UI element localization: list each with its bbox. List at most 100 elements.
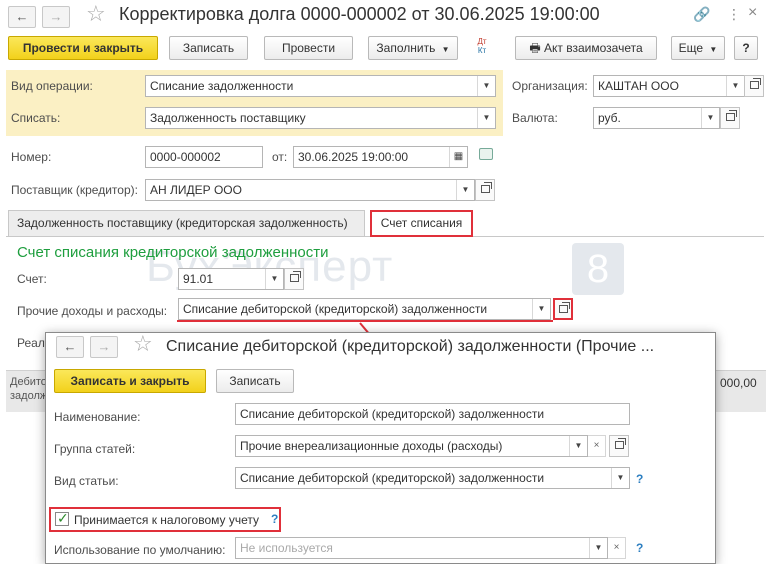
dialog-forward-button[interactable]: → bbox=[90, 336, 118, 358]
comment-icon[interactable] bbox=[479, 148, 493, 160]
operation-select[interactable]: Списание задолженности ▼ bbox=[145, 75, 496, 97]
chevron-down-icon[interactable]: ▼ bbox=[701, 108, 719, 128]
more-button[interactable]: Еще ▼ bbox=[671, 36, 725, 60]
chevron-down-icon[interactable]: ▼ bbox=[611, 468, 629, 488]
printer-icon: 🖶 bbox=[529, 41, 541, 55]
dialog-type-value: Списание дебиторской (кредиторской) задо… bbox=[240, 471, 545, 485]
tab-writeoff-account-label: Счет списания bbox=[380, 216, 463, 230]
chevron-down-icon[interactable]: ▼ bbox=[456, 180, 474, 200]
tax-checkbox[interactable]: ✓ bbox=[55, 510, 69, 526]
other-income-label: Прочие доходы и расходы: bbox=[17, 304, 168, 318]
dialog-back-button[interactable]: ← bbox=[56, 336, 84, 358]
dialog-default-field[interactable]: Не используется ▼ bbox=[235, 537, 608, 559]
writeoff-label: Списать: bbox=[11, 111, 61, 125]
chevron-down-icon[interactable]: ▼ bbox=[569, 436, 587, 456]
act-button[interactable]: 🖶 Акт взаимозачета bbox=[515, 36, 657, 60]
currency-label: Валюта: bbox=[512, 111, 558, 125]
link-icon[interactable]: 🔗 bbox=[693, 6, 710, 23]
operation-value: Списание задолженности bbox=[150, 79, 294, 93]
section-title: Счет списания кредиторской задолженности bbox=[17, 244, 329, 261]
favorite-star-icon[interactable]: ☆ bbox=[86, 1, 106, 27]
date-field[interactable]: 30.06.2025 19:00:00 ▦ bbox=[293, 146, 468, 168]
chevron-down-icon[interactable]: ▼ bbox=[477, 108, 495, 128]
close-icon[interactable]: × bbox=[748, 4, 757, 22]
open-icon bbox=[749, 78, 761, 90]
dialog-save-close-button[interactable]: Записать и закрыть bbox=[54, 369, 206, 393]
post-button[interactable]: Провести bbox=[264, 36, 353, 60]
debt-table-header-1: Дебито bbox=[10, 376, 47, 388]
supplier-open-button[interactable] bbox=[475, 179, 495, 201]
watermark-digit: 8 bbox=[586, 247, 610, 291]
other-income-open-button[interactable] bbox=[553, 298, 573, 320]
tab-creditor-debt-label: Задолженность поставщику (кредиторская з… bbox=[17, 216, 348, 230]
dialog-type-field[interactable]: Списание дебиторской (кредиторской) задо… bbox=[235, 467, 630, 489]
number-field[interactable]: 0000-000002 bbox=[145, 146, 263, 168]
save-button[interactable]: Записать bbox=[169, 36, 248, 60]
open-icon bbox=[725, 110, 737, 122]
calendar-icon[interactable]: ▦ bbox=[449, 147, 467, 167]
dialog-group-value: Прочие внереализационные доходы (расходы… bbox=[240, 439, 503, 453]
number-label: Номер: bbox=[11, 150, 52, 164]
dialog-default-label: Использование по умолчанию: bbox=[54, 543, 226, 557]
back-button[interactable]: ← bbox=[8, 6, 36, 28]
more-vertical-icon[interactable]: ⋮ bbox=[727, 6, 741, 23]
fill-button-label: Заполнить bbox=[376, 41, 436, 55]
dialog-default-help-icon[interactable]: ? bbox=[636, 541, 643, 555]
dialog-group-field[interactable]: Прочие внереализационные доходы (расходы… bbox=[235, 435, 588, 457]
open-icon bbox=[289, 271, 301, 283]
account-label: Счет: bbox=[17, 272, 47, 286]
dialog-group-clear-button[interactable]: × bbox=[588, 435, 606, 457]
chevron-down-icon[interactable]: ▼ bbox=[477, 76, 495, 96]
dialog-save-button[interactable]: Записать bbox=[216, 369, 294, 393]
currency-value: руб. bbox=[598, 111, 621, 125]
chevron-down-icon[interactable]: ▼ bbox=[265, 269, 283, 289]
other-income-field[interactable]: Списание дебиторской (кредиторской) задо… bbox=[178, 298, 551, 320]
date-value: 30.06.2025 19:00:00 bbox=[298, 150, 409, 164]
tax-help-icon[interactable]: ? bbox=[271, 512, 278, 526]
dialog-group-open-button[interactable] bbox=[609, 435, 629, 457]
open-icon bbox=[558, 302, 570, 314]
chevron-down-icon: ▼ bbox=[441, 45, 450, 54]
writeoff-select[interactable]: Задолженность поставщику ▼ bbox=[145, 107, 496, 129]
dialog-favorite-star-icon[interactable]: ☆ bbox=[133, 331, 153, 357]
dialog-default-clear-button[interactable]: × bbox=[608, 537, 626, 559]
currency-field[interactable]: руб. ▼ bbox=[593, 107, 720, 129]
open-icon bbox=[614, 438, 626, 450]
more-button-label: Еще bbox=[678, 41, 704, 55]
help-button[interactable]: ? bbox=[734, 36, 758, 60]
chevron-down-icon[interactable]: ▼ bbox=[532, 299, 550, 319]
org-value: КАШТАН ООО bbox=[598, 79, 679, 93]
post-and-close-button[interactable]: Провести и закрыть bbox=[8, 36, 158, 60]
debt-table-header-2: задолж bbox=[10, 390, 48, 402]
realization-label-partial: Реал bbox=[17, 336, 45, 350]
open-icon bbox=[480, 182, 492, 194]
supplier-field[interactable]: АН ЛИДЕР ООО ▼ bbox=[145, 179, 475, 201]
chevron-down-icon[interactable]: ▼ bbox=[589, 538, 607, 558]
dt-label: Дт bbox=[477, 37, 487, 46]
operation-label: Вид операции: bbox=[11, 79, 93, 93]
from-label: от: bbox=[272, 150, 288, 164]
fill-button[interactable]: Заполнить ▼ bbox=[368, 36, 458, 60]
org-open-button[interactable] bbox=[744, 75, 764, 97]
org-label: Организация: bbox=[512, 79, 588, 93]
tax-label[interactable]: Принимается к налоговому учету bbox=[74, 513, 259, 527]
dialog-group-label: Группа статей: bbox=[54, 442, 136, 456]
dt-kt-button[interactable]: Дт Кт bbox=[470, 37, 494, 59]
tab-writeoff-account[interactable]: Счет списания bbox=[370, 210, 473, 237]
dialog-name-field[interactable]: Списание дебиторской (кредиторской) задо… bbox=[235, 403, 630, 425]
account-field[interactable]: 91.01 ▼ bbox=[178, 268, 284, 290]
supplier-value: АН ЛИДЕР ООО bbox=[150, 183, 242, 197]
kt-label: Кт bbox=[477, 46, 487, 55]
account-open-button[interactable] bbox=[284, 268, 304, 290]
tab-creditor-debt[interactable]: Задолженность поставщику (кредиторская з… bbox=[8, 210, 365, 236]
dialog-type-label: Вид статьи: bbox=[54, 474, 119, 488]
forward-button[interactable]: → bbox=[42, 6, 70, 28]
dialog-type-help-icon[interactable]: ? bbox=[636, 472, 643, 486]
debt-total-amount: 000,00 bbox=[720, 376, 757, 390]
currency-open-button[interactable] bbox=[720, 107, 740, 129]
watermark-badge: 8 bbox=[572, 243, 624, 295]
chevron-down-icon: ▼ bbox=[709, 45, 718, 54]
act-button-label: Акт взаимозачета bbox=[544, 41, 643, 55]
chevron-down-icon[interactable]: ▼ bbox=[726, 76, 744, 96]
org-field[interactable]: КАШТАН ООО ▼ bbox=[593, 75, 745, 97]
